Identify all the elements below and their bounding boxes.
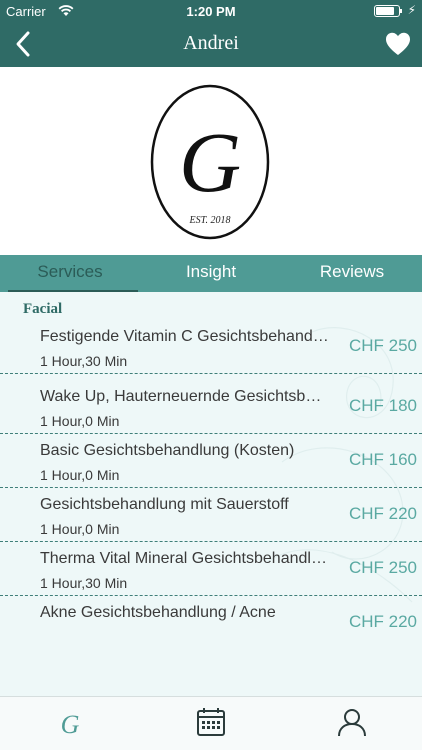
service-row[interactable]: Therma Vital Mineral Gesichtsbehandlung … [0, 542, 422, 596]
service-name: Gesichtsbehandlung mit Sauerstoff [40, 496, 289, 513]
status-bar: Carrier 1:20 PM ⚡ [0, 0, 422, 22]
top-bar: Carrier 1:20 PM ⚡ Andrei [0, 0, 422, 67]
salon-header: G EST. 2018 [0, 67, 422, 255]
tab-reviews-label: Reviews [319, 262, 385, 281]
battery-cap [400, 9, 402, 13]
tab-insight[interactable]: Insight [141, 255, 281, 292]
service-duration: 1 Hour,30 Min [40, 575, 128, 591]
status-time: 1:20 PM [186, 4, 236, 19]
nav-bar: Andrei [0, 22, 422, 67]
service-name: Festigende Vitamin C Gesichtsbehandlung [40, 328, 330, 345]
service-price: CHF 180 [348, 396, 417, 415]
service-row[interactable]: Wake Up, Hauterneuernde Gesichtsbehandlu… [0, 380, 422, 434]
favorite-button[interactable] [384, 30, 412, 58]
battery-icon [374, 5, 402, 17]
back-button[interactable] [12, 28, 42, 60]
page-title: Andrei [183, 32, 239, 54]
section-header-facial: Facial [23, 301, 63, 317]
service-name: Basic Gesichtsbehandlung (Kosten) [40, 442, 295, 459]
logo-initial: G [179, 114, 241, 210]
heart-icon [386, 32, 410, 55]
service-duration: 1 Hour,0 Min [40, 521, 120, 537]
tab-services-label: Services [37, 262, 103, 281]
service-duration: 1 Hour,0 Min [40, 413, 120, 429]
service-row[interactable]: Gesichtsbehandlung mit Sauerstoff 1 Hour… [0, 488, 422, 542]
tabbar-logo-initial: G [61, 710, 80, 739]
row-divider [0, 373, 422, 374]
service-price: CHF 220 [348, 504, 417, 523]
calendar-icon [197, 708, 225, 736]
tab-reviews[interactable]: Reviews [282, 255, 422, 292]
service-price: CHF 250 [348, 558, 417, 577]
bottom-tab-bar: G [0, 696, 422, 750]
service-row[interactable]: Akne Gesichtsbehandlung / Acne CHF 220 [0, 596, 422, 650]
service-price: CHF 160 [348, 450, 417, 469]
logo-est: EST. 2018 [189, 215, 231, 226]
service-name: Wake Up, Hauterneuernde Gesichtsbehandlu… [40, 388, 330, 405]
tab-insight-label: Insight [185, 262, 237, 281]
tabbar-home[interactable]: G [40, 697, 100, 750]
chevron-left-icon [16, 31, 30, 57]
services-list[interactable]: Facial Festigende Vitamin C Gesichtsbeha… [0, 292, 422, 696]
battery-fill [376, 7, 394, 15]
service-row[interactable]: Festigende Vitamin C Gesichtsbehandlung … [0, 320, 422, 374]
service-price: CHF 220 [348, 612, 417, 631]
charging-icon: ⚡ [407, 3, 416, 17]
salon-logo-icon: G [61, 710, 80, 739]
service-name: Therma Vital Mineral Gesichtsbehandlung [40, 550, 330, 567]
tabbar-profile[interactable] [322, 697, 382, 750]
tabbar-calendar[interactable] [181, 697, 241, 750]
profile-icon [338, 709, 366, 737]
service-row[interactable]: Basic Gesichtsbehandlung (Kosten) 1 Hour… [0, 434, 422, 488]
service-price: CHF 250 [348, 336, 417, 355]
service-duration: 1 Hour,0 Min [40, 467, 120, 483]
salon-logo: G EST. 2018 [150, 84, 270, 240]
segment-tabs: Services Insight Reviews [0, 255, 422, 292]
service-duration: 1 Hour,30 Min [40, 353, 128, 369]
tab-services[interactable]: Services [0, 255, 140, 292]
service-name: Akne Gesichtsbehandlung / Acne [40, 604, 276, 621]
